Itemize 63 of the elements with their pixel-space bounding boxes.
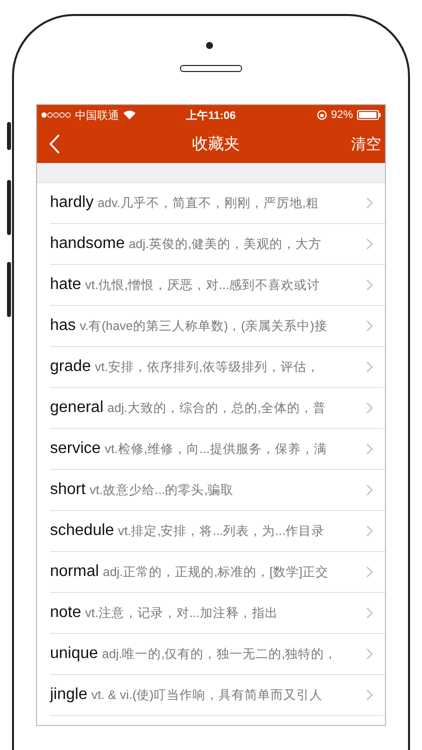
chevron-right-icon xyxy=(366,566,373,578)
chevron-right-icon xyxy=(366,402,373,414)
chevron-right-icon xyxy=(366,648,373,660)
word-text: hate xyxy=(50,276,82,294)
definition-text: adj.正常的，正规的,标准的，[数学]正交 xyxy=(102,564,330,580)
chevron-right-icon xyxy=(366,361,373,373)
chevron-right-icon xyxy=(366,525,373,537)
word-row[interactable]: handsome adj.英俊的,健美的，美观的，大方 xyxy=(50,224,385,265)
speaker-grille xyxy=(180,65,242,72)
definition-text: vt. & vi.(使)叮当作响，具有简单而又引人 xyxy=(91,686,324,704)
word-text: hardly xyxy=(50,194,94,212)
word-row[interactable]: hate vt.仇恨,憎恨，厌恶，对...感到不喜欢或讨 xyxy=(50,265,385,306)
word-text: note xyxy=(50,604,82,622)
chevron-right-icon xyxy=(366,689,373,701)
word-text: short xyxy=(50,481,86,499)
word-text: service xyxy=(50,440,101,458)
battery-percent: 92% xyxy=(330,109,353,121)
word-row[interactable]: service vt.检修,维修，向...提供服务，保养，满 xyxy=(50,429,385,470)
word-row[interactable]: grade vt.安排，依序排列,依等级排列，评估， xyxy=(50,347,385,388)
word-row[interactable]: schedule vt.排定,安排，将...列表，为...作目录 xyxy=(50,511,385,552)
definition-text: vt.仇恨,憎恨，厌恶，对...感到不喜欢或讨 xyxy=(85,276,322,294)
word-text: jingle xyxy=(50,686,88,704)
word-row[interactable]: short vt.故意少给...的零头,骗取 xyxy=(50,470,385,511)
word-row[interactable]: has v.有(have的第三人称单数)，(亲属关系中)接 xyxy=(50,306,385,347)
definition-text: vt.安排，依序排列,依等级排列，评估， xyxy=(94,358,321,376)
chevron-right-icon xyxy=(366,279,373,291)
battery-icon xyxy=(357,110,381,120)
word-row[interactable]: hardly adv.几乎不，简直不，刚刚，严厉地,粗 xyxy=(50,183,385,224)
word-row[interactable]: note vt.注意，记录，对...加注释，指出 xyxy=(50,593,385,634)
clear-button[interactable]: 清空 xyxy=(349,130,383,158)
definition-text: adj.大致的，综合的，总的,全体的，普 xyxy=(107,400,328,416)
definition-text: adv.几乎不，简直不，刚刚，严厉地,粗 xyxy=(98,194,320,212)
definition-text: vt.注意，记录，对...加注释，指出 xyxy=(85,604,279,622)
word-text: grade xyxy=(50,358,91,376)
rotation-lock-icon xyxy=(316,110,327,120)
word-row[interactable]: general adj.大致的，综合的，总的,全体的，普 xyxy=(50,388,385,429)
word-row[interactable]: unique adj.唯一的,仅有的，独一无二的,独特的， xyxy=(50,634,385,675)
word-row[interactable]: normal adj.正常的，正规的,标准的，[数学]正交 xyxy=(50,552,385,593)
signal-icon xyxy=(41,112,71,118)
word-row[interactable]: jingle vt. & vi.(使)叮当作响，具有简单而又引人 xyxy=(50,675,385,716)
chevron-right-icon xyxy=(366,197,373,209)
definition-text: vt.排定,安排，将...列表，为...作目录 xyxy=(118,522,326,540)
word-text: schedule xyxy=(50,522,114,540)
status-time: 上午11:06 xyxy=(186,108,236,122)
chevron-right-icon xyxy=(366,484,373,496)
definition-text: adj.英俊的,健美的，美观的，大方 xyxy=(128,236,322,252)
definition-text: vt.检修,维修，向...提供服务，保养，满 xyxy=(104,440,328,458)
word-text: handsome xyxy=(50,235,125,253)
definition-text: v.有(have的第三人称单数)，(亲属关系中)接 xyxy=(80,318,328,334)
word-text: has xyxy=(50,317,76,335)
word-text: unique xyxy=(50,645,98,663)
chevron-right-icon xyxy=(366,443,373,455)
chevron-right-icon xyxy=(366,238,373,250)
wifi-icon xyxy=(123,110,136,120)
chevron-right-icon xyxy=(366,320,373,332)
back-icon[interactable] xyxy=(49,134,60,154)
definition-text: vt.故意少给...的零头,骗取 xyxy=(90,482,235,498)
carrier-name: 中国联通 xyxy=(75,108,119,122)
page-title: 收藏夹 xyxy=(192,134,240,154)
word-text: general xyxy=(50,399,104,417)
word-text: normal xyxy=(50,563,99,581)
definition-text: adj.唯一的,仅有的，独一无二的,独特的， xyxy=(102,646,338,662)
chevron-right-icon xyxy=(366,607,373,619)
